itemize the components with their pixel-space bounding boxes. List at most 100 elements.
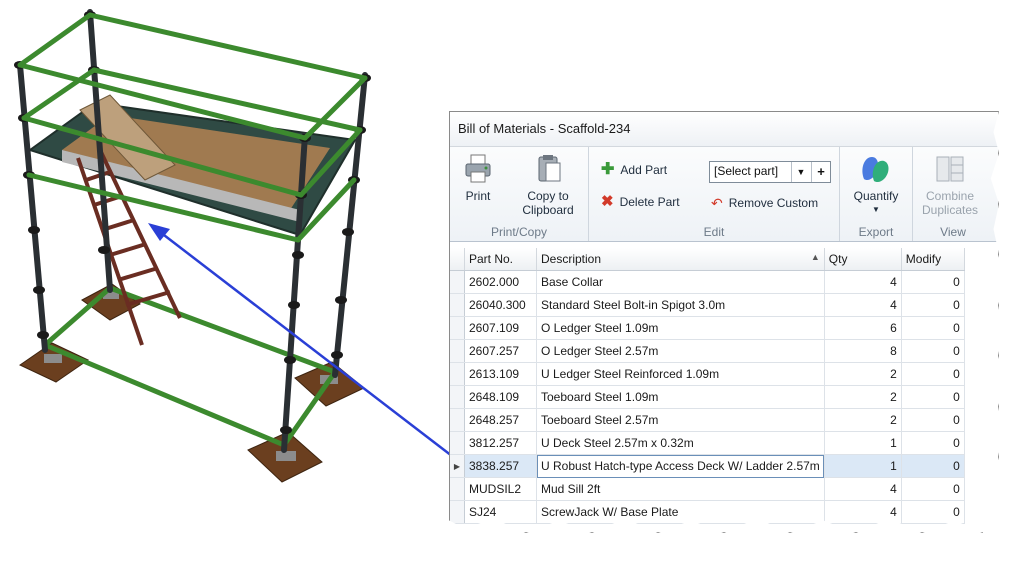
cell-modify[interactable]: 0 bbox=[901, 270, 965, 294]
cell-description[interactable]: Toeboard Steel 2.57m bbox=[536, 408, 825, 432]
quantify-button[interactable]: Quantify ▼ bbox=[844, 153, 908, 217]
cell-part-no[interactable]: 2602.000 bbox=[464, 270, 537, 294]
cell-modify[interactable]: 0 bbox=[901, 454, 965, 478]
table-row[interactable]: 3812.257 U Deck Steel 2.57m x 0.32m 1 0 bbox=[450, 431, 965, 455]
group-label-edit: Edit bbox=[703, 225, 725, 239]
cell-modify[interactable]: 0 bbox=[901, 293, 965, 317]
row-indicator-header bbox=[450, 248, 465, 271]
cell-qty[interactable]: 4 bbox=[824, 293, 902, 317]
part-select-dropdown[interactable]: [Select part] ▼ + bbox=[709, 161, 831, 183]
chevron-down-icon[interactable]: ▼ bbox=[844, 203, 908, 217]
cell-description[interactable]: Toeboard Steel 1.09m bbox=[536, 385, 825, 409]
row-indicator bbox=[450, 477, 465, 501]
print-button[interactable]: Print bbox=[458, 153, 498, 203]
cell-part-no[interactable]: 26040.300 bbox=[464, 293, 537, 317]
table-row[interactable]: 26040.300 Standard Steel Bolt-in Spigot 3… bbox=[450, 293, 965, 317]
quantify-logo-icon bbox=[862, 157, 889, 183]
add-part-label: Add Part bbox=[620, 163, 668, 177]
cell-qty[interactable]: 2 bbox=[824, 408, 902, 432]
combine-duplicates-icon bbox=[936, 156, 964, 182]
add-selected-part-button[interactable]: + bbox=[811, 162, 830, 182]
column-header-modify[interactable]: Modify bbox=[901, 248, 965, 271]
cell-qty[interactable]: 1 bbox=[824, 454, 902, 478]
cell-modify[interactable]: 0 bbox=[901, 339, 965, 363]
table-row[interactable]: 2602.000 Base Collar 4 0 bbox=[450, 270, 965, 294]
cell-description[interactable]: Base Collar bbox=[536, 270, 825, 294]
bill-of-materials-window: Bill of Materials - Scaffold-234 Print C… bbox=[449, 111, 999, 533]
cell-modify[interactable]: 0 bbox=[901, 385, 965, 409]
table-row[interactable]: 2607.109 O Ledger Steel 1.09m 6 0 bbox=[450, 316, 965, 340]
cell-description[interactable]: U Robust Hatch-type Access Deck W/ Ladde… bbox=[536, 454, 825, 478]
cell-part-no[interactable]: 2607.109 bbox=[464, 316, 537, 340]
cell-part-no[interactable]: SJ24 bbox=[464, 500, 537, 524]
printer-icon bbox=[465, 154, 491, 183]
table-row[interactable]: 2613.109 U Ledger Steel Reinforced 1.09m 2… bbox=[450, 362, 965, 386]
delete-part-button[interactable]: ✖ Delete Part bbox=[601, 193, 680, 210]
cell-modify[interactable]: 0 bbox=[901, 408, 965, 432]
cell-qty[interactable]: 8 bbox=[824, 339, 902, 363]
cell-part-no[interactable]: 3838.257 bbox=[464, 454, 537, 478]
table-row[interactable]: ▶ 3838.257 U Robust Hatch-type Access Deck… bbox=[450, 454, 965, 478]
combine-duplicates-button[interactable]: Combine Duplicates bbox=[919, 153, 981, 217]
row-indicator bbox=[450, 500, 465, 524]
cell-modify[interactable]: 0 bbox=[901, 431, 965, 455]
cell-description[interactable]: Mud Sill 2ft bbox=[536, 477, 825, 501]
current-row-indicator-icon: ▶ bbox=[450, 454, 465, 478]
cell-part-no[interactable]: MUDSIL2 bbox=[464, 477, 537, 501]
delete-x-icon: ✖ bbox=[601, 193, 614, 210]
cell-part-no[interactable]: 2607.257 bbox=[464, 339, 537, 363]
row-indicator bbox=[450, 408, 465, 432]
cell-qty[interactable]: 2 bbox=[824, 362, 902, 386]
column-header-qty[interactable]: Qty bbox=[824, 248, 902, 271]
table-header-row: Part No. Description ▲ Qty Modify bbox=[450, 248, 965, 271]
cell-modify[interactable]: 0 bbox=[901, 316, 965, 340]
ribbon-group-print-copy: Print Copy to Clipboard Print/Copy bbox=[450, 147, 589, 241]
cell-part-no[interactable]: 2648.109 bbox=[464, 385, 537, 409]
undo-icon: ↶ bbox=[711, 195, 723, 211]
row-indicator bbox=[450, 362, 465, 386]
callout-arrow bbox=[159, 231, 453, 457]
cell-modify[interactable]: 0 bbox=[901, 477, 965, 501]
row-indicator bbox=[450, 270, 465, 294]
copy-to-clipboard-button[interactable]: Copy to Clipboard bbox=[518, 153, 578, 217]
table-row[interactable]: 2607.257 O Ledger Steel 2.57m 8 0 bbox=[450, 339, 965, 363]
cell-part-no[interactable]: 2648.257 bbox=[464, 408, 537, 432]
bom-table: Part No. Description ▲ Qty Modify 2602.00… bbox=[450, 248, 965, 524]
cell-qty[interactable]: 4 bbox=[824, 270, 902, 294]
chevron-down-icon[interactable]: ▼ bbox=[791, 162, 810, 182]
ribbon-group-export: Quantify ▼ Export bbox=[840, 147, 913, 241]
cell-qty[interactable]: 6 bbox=[824, 316, 902, 340]
row-indicator bbox=[450, 339, 465, 363]
column-header-description[interactable]: Description ▲ bbox=[536, 248, 825, 271]
table-row[interactable]: 2648.257 Toeboard Steel 2.57m 2 0 bbox=[450, 408, 965, 432]
cell-qty[interactable]: 4 bbox=[824, 477, 902, 501]
cell-modify[interactable]: 0 bbox=[901, 500, 965, 524]
cell-description[interactable]: Standard Steel Bolt-in Spigot 3.0m bbox=[536, 293, 825, 317]
sort-ascending-icon: ▲ bbox=[810, 252, 820, 262]
clipboard-icon bbox=[538, 155, 561, 182]
add-part-button[interactable]: ✚ Add Part bbox=[601, 161, 668, 178]
copy-label-line2: Clipboard bbox=[522, 203, 574, 217]
ribbon-group-edit: ✚ Add Part ✖ Delete Part [Select part] ▼… bbox=[589, 147, 840, 241]
cell-qty[interactable]: 2 bbox=[824, 385, 902, 409]
window-title: Bill of Materials - Scaffold-234 bbox=[450, 112, 998, 147]
cell-description[interactable]: O Ledger Steel 1.09m bbox=[536, 316, 825, 340]
column-header-part-no[interactable]: Part No. bbox=[464, 248, 537, 271]
cell-part-no[interactable]: 2613.109 bbox=[464, 362, 537, 386]
cell-description[interactable]: ScrewJack W/ Base Plate bbox=[536, 500, 825, 524]
row-indicator bbox=[450, 431, 465, 455]
table-row[interactable]: 2648.109 Toeboard Steel 1.09m 2 0 bbox=[450, 385, 965, 409]
cell-part-no[interactable]: 3812.257 bbox=[464, 431, 537, 455]
cell-qty[interactable]: 1 bbox=[824, 431, 902, 455]
cell-description[interactable]: O Ledger Steel 2.57m bbox=[536, 339, 825, 363]
copy-label-line1: Copy to bbox=[527, 189, 569, 203]
ribbon-toolbar: Print Copy to Clipboard Print/Copy ✚ Add… bbox=[450, 147, 998, 242]
cell-modify[interactable]: 0 bbox=[901, 362, 965, 386]
group-label-print-copy: Print/Copy bbox=[490, 225, 548, 239]
remove-custom-button[interactable]: ↶ Remove Custom bbox=[711, 196, 818, 210]
table-row[interactable]: MUDSIL2 Mud Sill 2ft 4 0 bbox=[450, 477, 965, 501]
cell-description[interactable]: U Deck Steel 2.57m x 0.32m bbox=[536, 431, 825, 455]
plus-icon: ✚ bbox=[601, 161, 615, 178]
group-label-view: View bbox=[940, 225, 966, 239]
cell-description[interactable]: U Ledger Steel Reinforced 1.09m bbox=[536, 362, 825, 386]
